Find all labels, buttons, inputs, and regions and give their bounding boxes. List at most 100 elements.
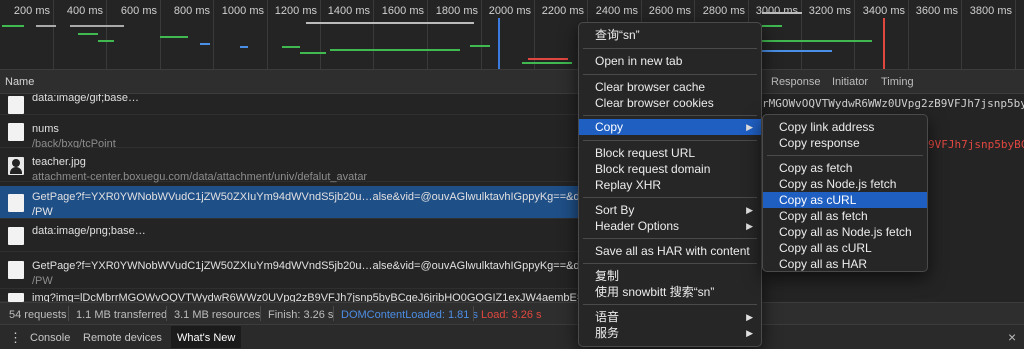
menu-item-copy-all-as-curl[interactable]: Copy all as cURL [763, 240, 927, 256]
menu-item-save-har[interactable]: Save all as HAR with content [579, 243, 761, 259]
request-name: img?img=lDcMbrrMGOWvOQVTWydwR6WWz0UVpg2z… [32, 292, 607, 302]
file-icon [8, 123, 24, 141]
menu-item-copy-as-fetch[interactable]: Copy as fetch [763, 160, 927, 176]
request-path: /PW [32, 275, 53, 287]
divider [333, 306, 334, 321]
menu-item-header-options[interactable]: Header Options ▶ [579, 218, 761, 234]
submenu-arrow-icon: ▶ [746, 205, 753, 215]
request-path: attachment-center.boxuegu.com/data/attac… [32, 171, 368, 183]
menu-item-services[interactable]: 服务 ▶ [579, 325, 761, 341]
menu-separator [583, 263, 757, 264]
submenu-arrow-icon: ▶ [746, 328, 753, 338]
tab-remote-devices[interactable]: Remote devices [83, 332, 162, 344]
dom-content-loaded-marker [498, 18, 500, 69]
menu-separator [583, 304, 757, 305]
file-icon [8, 227, 24, 245]
menu-item-search-snowbitt[interactable]: 使用 snowbitt 搜索“sn” [579, 284, 761, 300]
file-icon [8, 293, 24, 302]
avatar-thumbnail-icon [8, 157, 24, 175]
timeline-tick: 400 ms [67, 0, 107, 69]
menu-separator [583, 238, 757, 239]
file-icon [8, 194, 24, 212]
timeline-bar [528, 58, 568, 60]
menu-separator [583, 48, 757, 49]
timeline-bar [2, 25, 24, 27]
divider [68, 306, 69, 321]
timeline-tick: 1400 ms [328, 0, 374, 69]
menu-item-copy-as-curl[interactable]: Copy as cURL [763, 192, 927, 208]
timeline-bar [78, 33, 98, 35]
menu-item-copy-all-as-node-fetch[interactable]: Copy all as Node.js fetch [763, 224, 927, 240]
menu-item-open-new-tab[interactable]: Open in new tab [579, 53, 761, 69]
requests-count: 54 requests [9, 309, 67, 321]
menu-item-copy-link[interactable]: Copy link address [763, 119, 927, 135]
timeline-bar [762, 12, 802, 14]
menu-item-block-domain[interactable]: Block request domain [579, 161, 761, 177]
menu-item-copy-all-as-fetch[interactable]: Copy all as fetch [763, 208, 927, 224]
menu-item-clear-cache[interactable]: Clear browser cache [579, 79, 761, 95]
timeline-tick: 1200 ms [275, 0, 321, 69]
timeline-tick: 3800 ms [970, 0, 1016, 69]
menu-item-label: Header Options [595, 219, 680, 233]
timeline-tick: 3200 ms [809, 0, 855, 69]
context-menu: 查询“sn” Open in new tab Clear browser cac… [578, 22, 762, 347]
timeline-tick: 1800 ms [436, 0, 482, 69]
dom-content-loaded-time: DOMContentLoaded: 1.81 s [341, 309, 478, 321]
menu-separator [583, 115, 757, 116]
timeline-tick: 1600 ms [382, 0, 428, 69]
menu-item-speech[interactable]: 语音 ▶ [579, 309, 761, 325]
menu-item-sort-by[interactable]: Sort By ▶ [579, 202, 761, 218]
menu-item-copy-as-node-fetch[interactable]: Copy as Node.js fetch [763, 176, 927, 192]
file-icon [8, 96, 24, 114]
submenu-arrow-icon: ▶ [746, 312, 753, 322]
tab-timing[interactable]: Timing [881, 76, 914, 88]
tab-initiator[interactable]: Initiator [832, 76, 868, 88]
request-path: /PW [32, 206, 53, 218]
tab-console[interactable]: Console [30, 332, 70, 344]
timeline-bar [160, 36, 188, 38]
menu-item-copy[interactable]: Copy ▶ [579, 119, 761, 135]
timeline-bar [762, 25, 782, 27]
menu-item-copy-cn[interactable]: 复制 [579, 268, 761, 284]
name-column-header[interactable]: Name [5, 76, 34, 88]
menu-separator [583, 74, 757, 75]
timeline-tick: 200 ms [14, 0, 54, 69]
menu-item-label: 语音 [595, 310, 620, 324]
timeline-tick: 800 ms [174, 0, 214, 69]
submenu-arrow-icon: ▶ [746, 221, 753, 231]
timeline-tick: 3000 ms [756, 0, 802, 69]
request-name: teacher.jpg [32, 156, 86, 168]
menu-item-copy-response[interactable]: Copy response [763, 135, 927, 151]
timeline-bar [390, 49, 460, 51]
menu-item-block-url[interactable]: Block request URL [579, 145, 761, 161]
menu-separator [583, 197, 757, 198]
tab-response[interactable]: Response [771, 76, 821, 88]
request-name: data:image/gif;base… [32, 94, 140, 104]
timeline-overview[interactable]: 200 ms 400 ms 600 ms 800 ms 1000 ms 1200… [0, 0, 1024, 70]
finish-time: Finish: 3.26 s [268, 309, 334, 321]
more-options-icon[interactable]: ⋮ [9, 331, 22, 344]
resources-size: 3.1 MB resources [174, 309, 261, 321]
timeline-bar [470, 45, 490, 47]
menu-item-search[interactable]: 查询“sn” [579, 27, 761, 43]
tab-whats-new[interactable]: What's New [171, 326, 242, 348]
response-preview-line: 9VFJh7jsnp5byBCqe [928, 138, 1024, 151]
file-icon [8, 261, 24, 279]
timeline-bar [330, 49, 390, 51]
divider [473, 306, 474, 321]
close-icon[interactable]: × [1008, 329, 1016, 345]
timeline-bar [36, 25, 56, 27]
menu-separator [583, 140, 757, 141]
menu-item-label: Copy [595, 120, 624, 134]
copy-submenu: Copy link address Copy response Copy as … [762, 114, 928, 272]
timeline-bar [522, 62, 572, 64]
menu-item-replay-xhr[interactable]: Replay XHR [579, 177, 761, 193]
transferred-size: 1.1 MB transferred [76, 309, 168, 321]
menu-item-copy-all-as-har[interactable]: Copy all as HAR [763, 256, 927, 272]
request-table-header: Name Response Initiator Timing [0, 70, 1024, 94]
request-name: nums [32, 123, 59, 135]
request-name: data:image/png;base… [32, 225, 146, 237]
menu-item-label: Sort By [595, 203, 635, 217]
response-preview-line: rMGOWvOQVTWydwR6WWz0UVpg2zB9VFJh7jsnp5by… [762, 97, 1024, 110]
menu-item-clear-cookies[interactable]: Clear browser cookies [579, 95, 761, 111]
